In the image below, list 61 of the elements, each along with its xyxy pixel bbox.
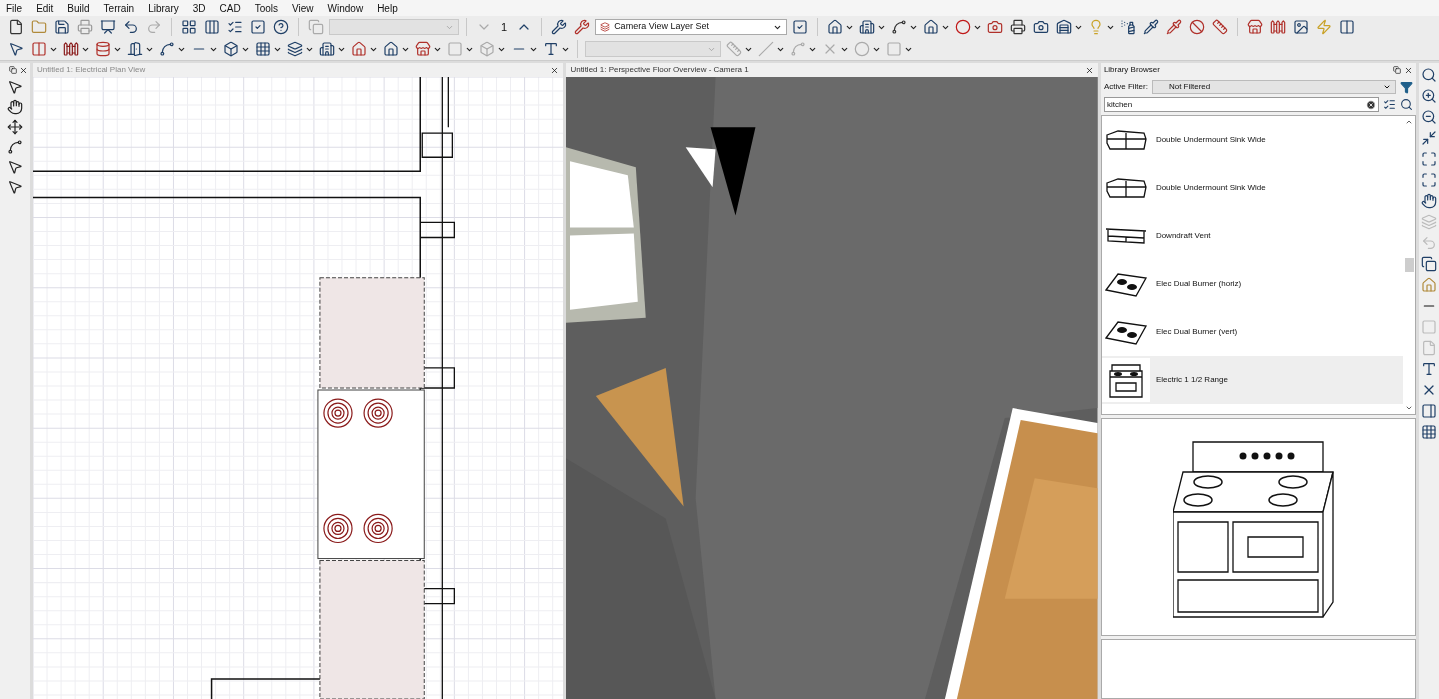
door-icon[interactable] — [125, 39, 145, 59]
floor-number: 1 — [500, 19, 509, 35]
panel-title: Library Browser — [1103, 64, 1160, 76]
panel-icon[interactable] — [1419, 401, 1439, 421]
catalog-entry[interactable]: Electric 1 1/2 Range — [1101, 356, 1403, 404]
hand-icon[interactable] — [1419, 191, 1439, 211]
view-title: Untitled 1: Perspective Floor Overview - Camera 1 — [570, 64, 749, 76]
menu-item[interactable]: File — [6, 0, 23, 16]
close-icon[interactable] — [1084, 65, 1094, 75]
float-icon[interactable] — [8, 66, 17, 74]
menu-item[interactable]: Terrain — [103, 0, 135, 16]
grid-icon[interactable] — [253, 39, 273, 59]
filter-icon[interactable] — [1400, 80, 1413, 94]
scroll-thumb[interactable] — [1404, 258, 1414, 272]
close-icon[interactable] — [1404, 65, 1413, 75]
menu-item[interactable]: Tools — [254, 0, 279, 16]
sink-icon — [1103, 175, 1148, 201]
checkbox-icon[interactable] — [248, 17, 268, 37]
grid-icon[interactable] — [179, 17, 199, 37]
save-icon[interactable] — [52, 17, 72, 37]
filter-dropdown[interactable]: Not Filtered — [1151, 80, 1396, 94]
layer-set-value: Camera View Layer Set — [614, 20, 709, 34]
scroll-down-icon[interactable] — [1405, 404, 1413, 412]
menu-item[interactable]: Build — [67, 0, 90, 16]
layers-icon[interactable] — [285, 39, 305, 59]
house-icon[interactable] — [349, 39, 369, 59]
scroll-up-icon[interactable] — [1405, 118, 1413, 126]
menu-item[interactable]: 3D — [192, 0, 206, 16]
layer-set-dropdown[interactable]: Camera View Layer Set — [595, 19, 788, 35]
search-value: kitchen — [1106, 98, 1133, 111]
store-icon[interactable] — [413, 39, 433, 59]
grid-icon[interactable] — [1419, 422, 1439, 442]
layers-icon — [600, 22, 611, 32]
caret-icon — [1383, 83, 1391, 91]
railing-icon[interactable] — [61, 39, 81, 59]
menu-item[interactable]: Help — [377, 0, 398, 16]
menu-item[interactable]: Edit — [36, 0, 54, 16]
help-icon[interactable] — [271, 17, 291, 37]
close-icon[interactable] — [18, 65, 28, 75]
house-icon[interactable] — [381, 39, 401, 59]
box-icon[interactable] — [221, 39, 241, 59]
building-icon[interactable] — [317, 39, 337, 59]
cooktop-icon — [1103, 318, 1148, 346]
search-field[interactable]: kitchen — [1103, 97, 1379, 112]
cooktop-icon — [1103, 270, 1148, 298]
menu-item[interactable]: Window — [327, 0, 364, 16]
menu-item[interactable]: Library — [148, 0, 179, 16]
vent-icon — [1103, 226, 1148, 246]
filter-value: Not Filtered — [1168, 81, 1211, 93]
float-icon[interactable] — [1393, 65, 1401, 75]
clear-icon[interactable] — [1366, 99, 1376, 110]
copy-icon[interactable] — [1419, 254, 1439, 274]
search-icon[interactable] — [1400, 98, 1413, 111]
sink-icon — [1103, 127, 1148, 153]
close-icon[interactable] — [550, 65, 560, 75]
columns-icon[interactable] — [202, 17, 222, 37]
menu-item[interactable]: CAD — [219, 0, 241, 16]
filter-label: Active Filter: — [1103, 81, 1148, 93]
presentation-icon[interactable] — [98, 17, 118, 37]
view-title: Untitled 1: Electrical Plan View — [36, 64, 146, 76]
menu-item[interactable]: View — [292, 0, 314, 16]
